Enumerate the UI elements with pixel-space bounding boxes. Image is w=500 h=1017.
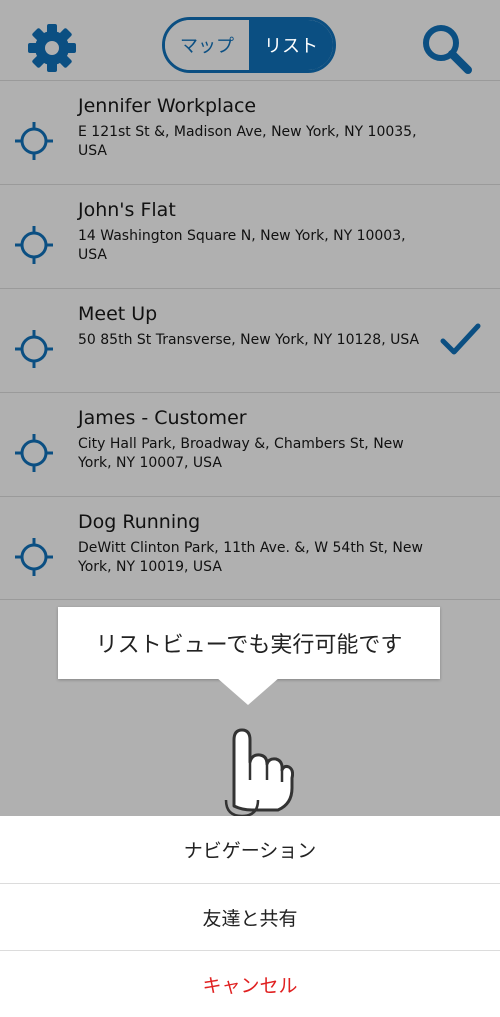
crosshair-icon[interactable] <box>14 121 54 161</box>
list-item[interactable]: James - Customer City Hall Park, Broadwa… <box>0 392 500 496</box>
list-item[interactable]: Jennifer Workplace E 121st St &, Madison… <box>0 80 500 184</box>
location-list: Jennifer Workplace E 121st St &, Madison… <box>0 80 500 600</box>
tab-map[interactable]: マップ <box>165 20 249 70</box>
location-name: Dog Running <box>78 511 201 533</box>
gear-icon[interactable] <box>24 20 80 76</box>
action-sheet: ナビゲーション 友達と共有 キャンセル <box>0 816 500 1017</box>
location-name: John's Flat <box>78 199 176 221</box>
share-button[interactable]: 友達と共有 <box>0 883 500 950</box>
crosshair-icon[interactable] <box>14 433 54 473</box>
navigate-button[interactable]: ナビゲーション <box>0 816 500 883</box>
list-item[interactable]: Meet Up 50 85th St Transverse, New York,… <box>0 288 500 392</box>
tooltip-arrow <box>216 677 280 705</box>
location-address: 50 85th St Transverse, New York, NY 1012… <box>78 332 420 348</box>
location-address: DeWitt Clinton Park, 11th Ave. &, W 54th… <box>78 540 423 575</box>
crosshair-icon[interactable] <box>14 329 54 369</box>
location-name: Meet Up <box>78 303 158 325</box>
crosshair-icon[interactable] <box>14 225 54 265</box>
crosshair-icon[interactable] <box>14 537 54 577</box>
location-name: Jennifer Workplace <box>78 95 257 117</box>
pointing-hand-icon <box>224 728 294 818</box>
list-item[interactable]: Dog Running DeWitt Clinton Park, 11th Av… <box>0 496 500 600</box>
top-bar: マップ リスト <box>0 0 500 80</box>
checkmark-icon <box>440 323 481 355</box>
list-item[interactable]: John's Flat 14 Washington Square N, New … <box>0 184 500 288</box>
location-address: City Hall Park, Broadway &, Chambers St,… <box>78 436 404 471</box>
hint-tooltip: リストビューでも実行可能です <box>58 607 440 679</box>
location-name: James - Customer <box>78 407 247 429</box>
cancel-button[interactable]: キャンセル <box>0 950 500 1017</box>
location-address: 14 Washington Square N, New York, NY 100… <box>78 228 406 263</box>
search-icon[interactable] <box>418 20 474 76</box>
location-address: E 121st St &, Madison Ave, New York, NY … <box>78 124 417 159</box>
view-toggle: マップ リスト <box>162 17 336 73</box>
tab-list[interactable]: リスト <box>249 20 333 70</box>
